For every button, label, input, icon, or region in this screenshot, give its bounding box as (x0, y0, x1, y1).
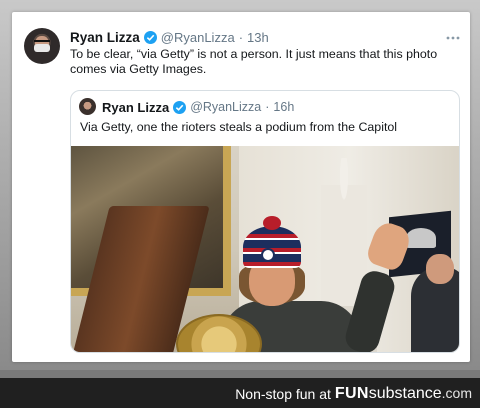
separator-dot: · (265, 100, 270, 114)
photo-flag-emblem (406, 228, 436, 248)
quoted-tweet-card[interactable]: Ryan Lizza @RyanLizza · 16h Via Getty, o… (70, 90, 460, 353)
separator-dot: · (238, 29, 244, 45)
footer-brand[interactable]: FUN substance .com (335, 385, 472, 403)
quoted-tweet-header: Ryan Lizza @RyanLizza · 16h (102, 99, 294, 115)
tweet-time[interactable]: 13h (247, 30, 269, 45)
brand-sub: substance (368, 385, 442, 402)
avatar[interactable] (24, 28, 60, 64)
avatar-glasses (34, 40, 50, 43)
brand-tld: .com (441, 385, 472, 401)
quoted-tweet-text: Via Getty, one the rioters steals a podi… (80, 120, 398, 134)
quoted-author-name[interactable]: Ryan Lizza (102, 100, 169, 115)
avatar-mask (34, 44, 50, 52)
tweet-card[interactable]: Ryan Lizza @RyanLizza · 13h To be clear,… (12, 12, 470, 362)
photo-beanie (243, 226, 301, 268)
brand-fun: FUN (334, 385, 369, 402)
tweet-header: Ryan Lizza @RyanLizza · 13h (70, 29, 269, 45)
photo-background-face (426, 254, 454, 284)
footer-tagline: Non-stop fun at (235, 386, 331, 402)
footer-watermark: Non-stop fun at FUN substance .com (235, 384, 472, 404)
tweet-text: To be clear, “via Getty” is not a person… (70, 47, 438, 76)
author-name[interactable]: Ryan Lizza (70, 30, 140, 45)
author-handle[interactable]: @RyanLizza (161, 30, 235, 45)
quoted-avatar[interactable] (79, 98, 96, 115)
quoted-author-handle[interactable]: @RyanLizza (190, 100, 261, 114)
quoted-tweet-time[interactable]: 16h (273, 100, 294, 114)
verified-badge-icon (143, 30, 157, 44)
verified-badge-icon (173, 100, 187, 114)
photo-beanie-badge (261, 248, 275, 262)
photo-beanie-pom (263, 216, 281, 230)
more-horizontal-icon[interactable] (446, 30, 460, 40)
tweet-photo[interactable] (71, 146, 459, 352)
